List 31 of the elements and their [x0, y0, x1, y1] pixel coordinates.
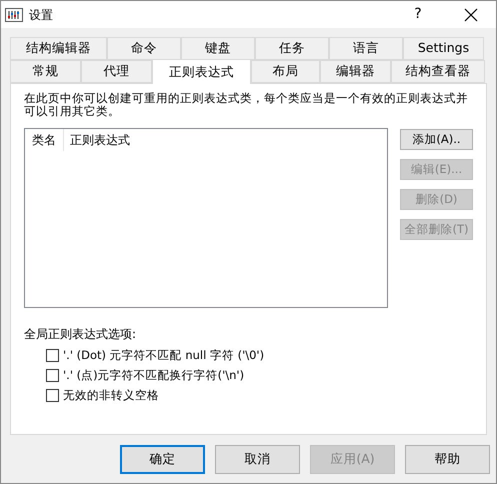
option-label: 无效的非转义空格	[63, 386, 159, 404]
checkbox[interactable]	[46, 369, 59, 382]
tab[interactable]: 常规	[10, 60, 81, 83]
tab[interactable]: 编辑器	[320, 60, 391, 83]
description-text: 在此页中你可以创建可重用的正则表达式类，每个类应当是一个有效的正则表达式并可以引用其它类。	[24, 92, 469, 118]
column-header[interactable]: 类名	[25, 129, 64, 151]
help-button[interactable]: ?	[406, 4, 430, 25]
tab[interactable]: 结构编辑器	[10, 37, 107, 60]
tab[interactable]: 代理	[81, 60, 152, 83]
column-header[interactable]: 正则表达式	[64, 129, 387, 151]
app-icon	[5, 8, 23, 22]
dialog-button[interactable]: 帮助	[405, 445, 490, 474]
option-label: '.' (点)元字符不匹配换行字符('\n')	[63, 366, 244, 384]
tab[interactable]: 结构查看器	[391, 60, 485, 83]
regex-list[interactable]: 类名 正则表达式	[24, 128, 388, 308]
tab[interactable]: 命令	[107, 37, 181, 60]
tab[interactable]: 语言	[329, 37, 403, 60]
option-label: '.' (Dot) 元字符不匹配 null 字符 ('\0')	[63, 346, 264, 364]
options-label: 全局正则表达式选项:	[24, 326, 138, 343]
tab[interactable]: 任务	[255, 37, 329, 60]
tab[interactable]: 布局	[251, 60, 320, 83]
dialog-button[interactable]: 确定	[120, 445, 205, 474]
tab[interactable]: 正则表达式	[152, 59, 251, 84]
checkbox[interactable]	[46, 349, 59, 362]
dialog-button[interactable]: 取消	[215, 445, 300, 474]
close-icon[interactable]	[464, 8, 478, 22]
tab[interactable]: 键盘	[181, 37, 255, 60]
window-title: 设置	[29, 6, 53, 24]
checkbox[interactable]	[46, 389, 59, 402]
action-button[interactable]: 添加(A)..	[400, 129, 473, 150]
tab[interactable]: Settings	[403, 37, 484, 60]
